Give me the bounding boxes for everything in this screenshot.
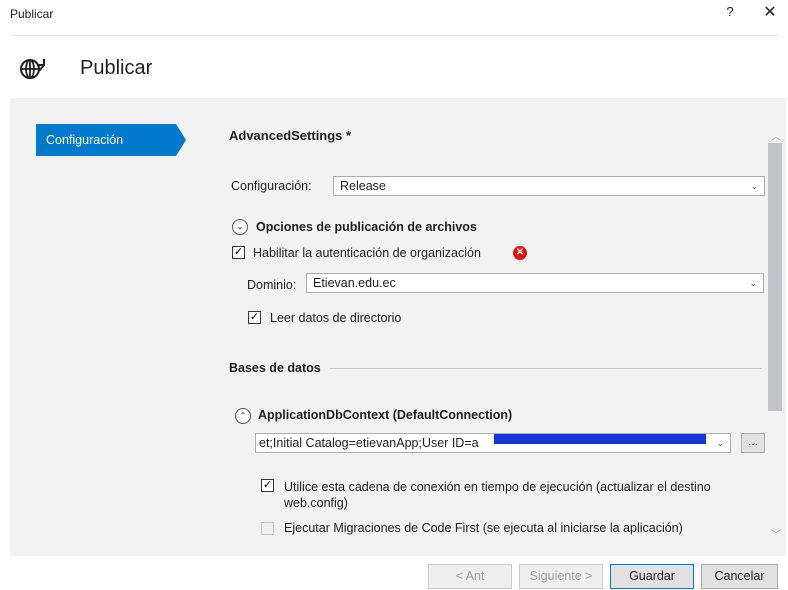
enable-auth-checkbox[interactable]: ✓	[232, 246, 245, 259]
page-title: Publicar	[80, 57, 153, 79]
next-button[interactable]: Siguiente >	[519, 564, 603, 589]
scrollbar-thumb[interactable]	[768, 143, 782, 411]
db-context-title: ApplicationDbContext (DefaultConnection)	[258, 408, 513, 422]
error-icon: ✕	[513, 246, 527, 260]
chevron-down-icon: ⌄	[750, 181, 758, 191]
connection-string-value: et;Initial Catalog=etievanApp;User ID=a	[259, 436, 479, 450]
domain-select-value: Etievan.edu.ec	[313, 276, 396, 290]
migrations-checkbox[interactable]	[261, 522, 274, 535]
prev-button[interactable]: < Ant	[428, 564, 512, 589]
sidebar-selected-indicator	[176, 124, 186, 156]
window-title: Publicar	[10, 7, 54, 21]
collapse-file-options-icon[interactable]: ⌄	[232, 219, 248, 235]
chevron-down-icon: ⌄	[749, 278, 757, 288]
configuration-select[interactable]: Release ⌄	[333, 176, 765, 196]
use-runtime-label: Utilice esta cadena de conexión en tiemp…	[284, 480, 711, 510]
configuration-label: Configuración:	[231, 179, 312, 193]
enable-auth-label: Habilitar la autenticación de organizaci…	[253, 246, 481, 260]
save-button[interactable]: Guardar	[610, 564, 694, 589]
help-button[interactable]: ?	[722, 4, 738, 22]
databases-title: Bases de datos	[229, 361, 321, 375]
domain-select[interactable]: Etievan.edu.ec ⌄	[306, 273, 764, 293]
configuration-select-value: Release	[340, 179, 386, 193]
collapse-db-context-icon[interactable]: ⌃	[235, 408, 251, 424]
use-runtime-checkbox[interactable]: ✓	[261, 479, 274, 492]
scroll-down-icon[interactable]: ﹀	[771, 526, 781, 541]
section-title: AdvancedSettings *	[229, 128, 352, 143]
globe-arrow-icon	[18, 55, 46, 83]
file-options-title: Opciones de publicación de archivos	[256, 220, 477, 234]
redacted-block	[494, 434, 706, 444]
migrations-label: Ejecutar Migraciones de Code First (se e…	[284, 521, 683, 535]
sidebar-item-configuracion[interactable]: Configuración	[36, 124, 176, 156]
cancel-button[interactable]: Cancelar	[701, 564, 778, 589]
read-directory-checkbox[interactable]: ✓	[248, 311, 261, 324]
browse-connection-button[interactable]: ...	[741, 433, 765, 453]
databases-divider	[330, 368, 762, 369]
read-directory-label: Leer datos de directorio	[270, 311, 402, 325]
scroll-up-icon[interactable]: ︿	[771, 128, 781, 143]
title-separator	[10, 35, 778, 36]
close-button[interactable]: ✕	[760, 2, 780, 22]
domain-label: Dominio:	[247, 278, 297, 292]
chevron-down-icon: ⌄	[716, 438, 724, 448]
